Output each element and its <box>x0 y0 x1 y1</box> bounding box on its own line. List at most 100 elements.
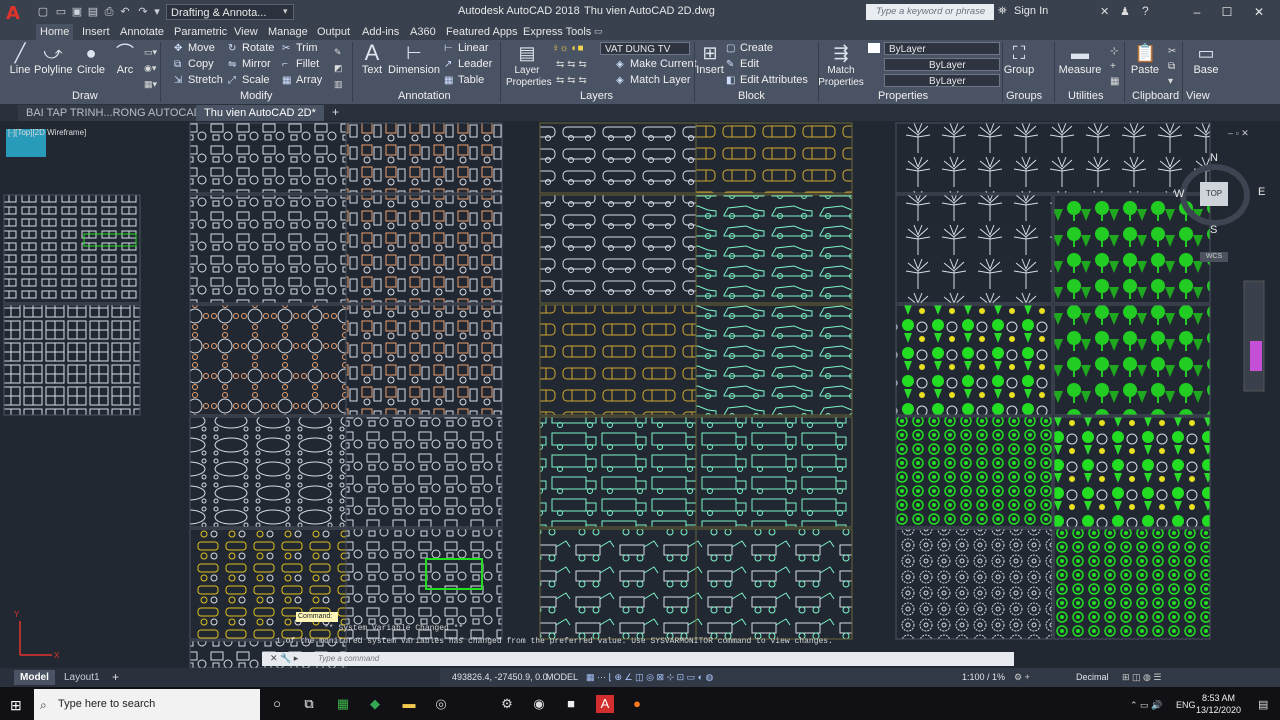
tab-output[interactable]: Output <box>317 24 350 40</box>
help-search-input[interactable]: Type a keyword or phrase <box>866 4 994 20</box>
view-panel-title[interactable]: View <box>1186 90 1210 102</box>
tab-parametric[interactable]: Parametric <box>174 24 227 40</box>
photos-icon[interactable]: ◎ <box>432 695 450 713</box>
windows-start-icon[interactable]: ⊞ <box>10 697 22 714</box>
help-icon[interactable]: ? <box>1142 4 1149 18</box>
tab-a360[interactable]: A360 <box>410 24 436 40</box>
model-space-button[interactable]: MODEL <box>546 672 578 682</box>
dimension-button[interactable]: ⊢ Dimension <box>388 42 440 76</box>
table-button[interactable]: ▦ Table <box>444 74 484 86</box>
sign-in-button[interactable]: Sign In <box>1014 5 1048 17</box>
viewcube-top-face[interactable]: TOP <box>1200 182 1228 206</box>
group-button[interactable]: ⛶ Group <box>1002 42 1036 76</box>
modify-panel-title[interactable]: Modify <box>240 90 272 102</box>
color-swatch[interactable] <box>868 43 880 53</box>
app-icon-3[interactable]: ■ <box>562 695 580 713</box>
file-explorer-icon[interactable]: ▬ <box>400 695 418 713</box>
layer-properties-button[interactable]: ▤ Layer Properties <box>506 42 552 88</box>
calculator-icon[interactable]: ▦ <box>334 695 352 713</box>
command-line-input[interactable]: Type a command <box>262 652 1014 666</box>
notifications-icon[interactable]: ▤ <box>1258 698 1268 711</box>
layer-tool-icons[interactable]: ⇆ ⇆ ⇆ <box>556 59 587 70</box>
binoculars-icon[interactable]: ⛯ <box>998 5 1007 18</box>
language-indicator[interactable]: ENG <box>1176 700 1196 710</box>
units-dropdown[interactable]: Decimal <box>1076 672 1109 682</box>
exchange-icon[interactable]: ✕ <box>1100 5 1109 18</box>
scale-button[interactable]: ⤢ Scale <box>228 74 270 86</box>
new-tab-icon[interactable]: + <box>332 105 339 119</box>
fillet-button[interactable]: ⌐ Fillet <box>282 58 319 70</box>
linetype-dropdown[interactable]: ByLayer <box>884 74 1000 87</box>
doc-tab-thu-vien[interactable]: Thu vien AutoCAD 2D* <box>196 105 324 121</box>
move-button[interactable]: ✥ Move <box>174 42 215 54</box>
utilities-panel-title[interactable]: Utilities <box>1068 90 1103 102</box>
connect-icon[interactable]: ♟ <box>1120 5 1130 18</box>
compass-south[interactable]: S <box>1210 224 1217 236</box>
firefox-icon[interactable]: ● <box>628 695 646 713</box>
command-line-icons[interactable]: ✕ 🔧 ▸ <box>270 653 298 664</box>
settings-icon[interactable]: ⚙ + <box>1014 672 1030 683</box>
mirror-button[interactable]: ⇋ Mirror <box>228 58 271 70</box>
base-button[interactable]: ▭ Base <box>1190 42 1222 76</box>
viewport-window-controls[interactable]: ‒ ▫ ✕ <box>1228 128 1249 139</box>
model-tab[interactable]: Model <box>14 670 55 685</box>
line-button[interactable]: ╱ Line <box>6 42 34 76</box>
status-extra-icons[interactable]: ⊞ ◫ ◍ ☰ <box>1122 672 1161 683</box>
layout1-tab[interactable]: Layout1 <box>58 670 106 685</box>
clipboard-panel-title[interactable]: Clipboard <box>1132 90 1179 102</box>
array-button[interactable]: ▦ Array <box>282 74 322 86</box>
cortana-icon[interactable]: ○ <box>268 695 286 713</box>
polyline-button[interactable]: ⤻ Polyline <box>34 42 73 76</box>
ribbon-minimize-icon[interactable]: ▭ <box>594 26 606 38</box>
annotation-panel-title[interactable]: Annotation <box>398 90 451 102</box>
trim-button[interactable]: ✂ Trim <box>282 42 318 54</box>
layer-dropdown[interactable]: VAT DUNG TV <box>600 42 690 55</box>
coordinates-readout[interactable]: 493826.4, -27450.9, 0.0 <box>452 672 548 682</box>
edit-block-button[interactable]: ✎ Edit <box>726 58 759 70</box>
app-icon-2[interactable]: ◉ <box>530 695 548 713</box>
workspace-chevron-icon[interactable]: ▾ <box>283 6 288 17</box>
task-view-icon[interactable]: ⧉ <box>300 695 318 713</box>
workspace-select[interactable]: Drafting & Annota... <box>166 4 294 20</box>
tab-featured-apps[interactable]: Featured Apps <box>446 24 518 40</box>
linear-button[interactable]: ⊢ Linear <box>444 42 489 54</box>
circle-button[interactable]: ● Circle <box>74 42 108 76</box>
undo-icon[interactable]: ↶ <box>118 5 132 19</box>
annotation-scale[interactable]: 1:100 / 1% <box>962 672 1005 682</box>
copy-button[interactable]: ⧉ Copy <box>174 58 214 70</box>
create-block-button[interactable]: ▢ Create <box>726 42 773 54</box>
wcs-menu[interactable]: WCS <box>1200 252 1228 262</box>
draw-panel-title[interactable]: Draw <box>72 90 98 102</box>
drawing-canvas[interactable]: Y X <box>0 121 1280 668</box>
draw-extra-icons[interactable]: ▭▾ ◉▾ ▦▾ <box>144 44 157 92</box>
save-as-icon[interactable]: ▤ <box>86 5 100 19</box>
leader-button[interactable]: ↗ Leader <box>444 58 492 70</box>
tab-insert[interactable]: Insert <box>82 24 110 40</box>
insert-button[interactable]: ⊞ Insert <box>696 42 724 76</box>
app-icon[interactable]: ◆ <box>366 695 384 713</box>
add-layout-icon[interactable]: + <box>112 670 119 684</box>
doc-tab-bai-tap[interactable]: BAI TAP TRINH...RONG AUTOCAD* <box>18 105 214 121</box>
modify-extra-icons[interactable]: ✎ ◩ ▥ <box>334 44 343 92</box>
print-icon[interactable]: ⎙ <box>102 5 116 19</box>
tab-add-ins[interactable]: Add-ins <box>362 24 399 40</box>
viewport-controls-label[interactable]: [-][Top][2D Wireframe] <box>8 128 86 137</box>
maximize-button[interactable]: ☐ <box>1212 2 1242 22</box>
tab-view[interactable]: View <box>234 24 258 40</box>
tab-home[interactable]: Home <box>36 24 74 40</box>
stretch-button[interactable]: ⇲ Stretch <box>174 74 223 86</box>
match-layer-button[interactable]: ◈ Match Layer <box>616 74 691 86</box>
autocad-logo-icon[interactable]: A <box>6 3 28 24</box>
utilities-extra-icons[interactable]: ⊹ + ▦ <box>1110 44 1119 89</box>
measure-button[interactable]: ▬ Measure <box>1058 42 1102 76</box>
groups-panel-title[interactable]: Groups <box>1006 90 1042 102</box>
paste-button[interactable]: 📋 Paste <box>1128 42 1162 76</box>
color-dropdown[interactable]: ByLayer <box>884 42 1000 55</box>
minimize-button[interactable]: – <box>1182 2 1212 22</box>
layer-tool-icons-2[interactable]: ⇆ ⇆ ⇆ <box>556 75 587 86</box>
text-button[interactable]: A Text <box>358 42 386 77</box>
rotate-button[interactable]: ↻ Rotate <box>228 42 274 54</box>
tab-express-tools[interactable]: Express Tools <box>523 24 591 40</box>
tab-annotate[interactable]: Annotate <box>120 24 164 40</box>
compass-north[interactable]: N <box>1210 152 1218 164</box>
